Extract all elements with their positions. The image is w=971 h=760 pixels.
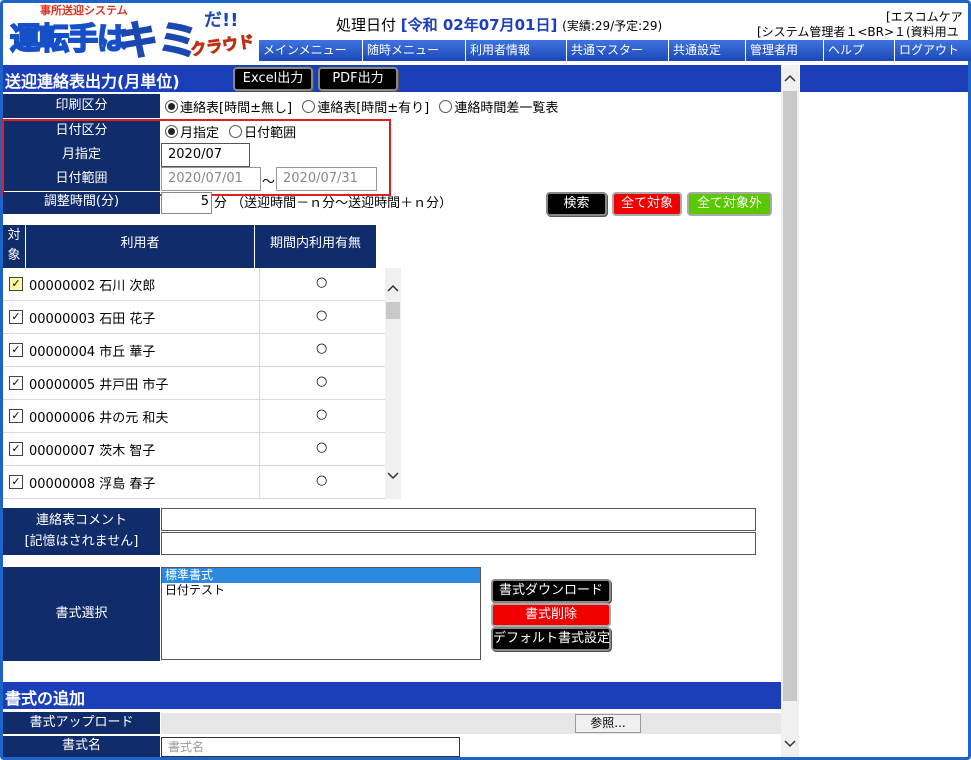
table-row[interactable]: ✓ 00000007 茨木 智子 ○: [3, 433, 401, 466]
format-download-button[interactable]: 書式ダウンロード: [491, 579, 611, 603]
table-scrollbar[interactable]: [385, 268, 401, 499]
adjust-time-note: 分 （送迎時間－ｎ分〜送迎時間＋ｎ分）: [214, 196, 453, 211]
row-usage: ○: [316, 275, 328, 290]
table-scrollbar-thumb[interactable]: [386, 302, 400, 319]
radio-icon[interactable]: [302, 100, 316, 113]
format-listbox[interactable]: 標準書式 日付テスト: [161, 567, 481, 660]
add-format-title: 書式の追加: [5, 689, 86, 708]
format-name-label: 書式名: [3, 736, 160, 757]
table-row[interactable]: ✓ 00000006 井の元 和夫 ○: [3, 400, 401, 433]
scroll-up-icon[interactable]: [385, 280, 401, 296]
row-usage: ○: [316, 407, 328, 422]
menu-common-master[interactable]: 共通マスター: [566, 40, 668, 61]
search-button[interactable]: 検索: [546, 192, 607, 216]
menu-adhoc[interactable]: 随時メニュー: [362, 40, 465, 61]
page-scrollbar[interactable]: [781, 65, 799, 757]
row-usage: ○: [316, 374, 328, 389]
page-title: 送迎連絡表出力(月単位): [5, 72, 180, 91]
add-format-title-bar: [3, 682, 781, 709]
menu-logout[interactable]: ログアウト: [894, 40, 971, 61]
radio-icon[interactable]: [439, 100, 453, 113]
logo-da: だ!!: [204, 10, 239, 31]
print-type-options: 連絡表[時間±無し] 連絡表[時間±有り] 連絡時間差一覧表: [165, 97, 558, 116]
col-target-header: 対象: [3, 225, 25, 268]
col-usage-header: 期間内利用有無: [255, 225, 376, 268]
app-logo[interactable]: 事所送迎システム 運転手は キミ だ!! クラウド: [4, 2, 256, 65]
table-row[interactable]: ✓ 00000003 石田 花子 ○: [3, 301, 401, 334]
row-checkbox[interactable]: ✓: [9, 277, 23, 291]
logo-cloud: クラウド: [189, 31, 256, 60]
processing-date-label: 処理日付: [336, 16, 397, 34]
menu-user-info[interactable]: 利用者情報: [465, 40, 566, 61]
row-checkbox[interactable]: ✓: [9, 442, 23, 456]
menu-admin[interactable]: 管理者用: [745, 40, 823, 61]
row-usage: ○: [316, 308, 328, 323]
comment-label: 連絡表コメント [記憶はされません]: [3, 508, 160, 555]
processing-date: 処理日付 [令和 02年07月01日] (実績:29/予定:29): [336, 14, 662, 35]
row-checkbox[interactable]: ✓: [9, 376, 23, 390]
pdf-export-button[interactable]: PDF出力: [318, 67, 398, 91]
adjust-time-label: 調整時間(分): [3, 192, 160, 214]
row-checkbox[interactable]: ✓: [9, 475, 23, 489]
upload-field[interactable]: [161, 713, 781, 734]
print-option-no-time[interactable]: 連絡表[時間±無し]: [165, 100, 292, 116]
format-option[interactable]: 日付テスト: [162, 583, 480, 598]
row-user: 00000004 市丘 華子: [29, 345, 156, 360]
table-row[interactable]: ✓ 00000005 井戸田 市子 ○: [3, 367, 401, 400]
browse-button[interactable]: 参照...: [575, 714, 641, 733]
scroll-down-icon[interactable]: [781, 735, 799, 753]
highlight-box: [2, 119, 391, 196]
scroll-down-icon[interactable]: [385, 468, 401, 484]
default-format-button[interactable]: デフォルト書式設定: [491, 627, 611, 651]
logo-main: 運転手は: [9, 21, 128, 58]
menu-help[interactable]: ヘルプ: [823, 40, 894, 61]
select-all-button[interactable]: 全て対象: [612, 192, 682, 216]
user-name: [システム管理者１<BR>１(資料用ユ: [757, 25, 959, 39]
menu-main[interactable]: メインメニュー: [258, 40, 362, 61]
processing-date-value: [令和 02年07月01日]: [400, 16, 558, 34]
radio-selected-icon[interactable]: [165, 100, 178, 113]
row-user: 00000003 石田 花子: [29, 312, 156, 327]
excel-export-button[interactable]: Excel出力: [233, 67, 313, 91]
processing-stats: (実績:29/予定:29): [562, 19, 663, 33]
column-divider: [259, 268, 260, 499]
table-row[interactable]: ✓ 00000008 浮島 春子 ○: [3, 466, 401, 499]
logo-kimi: キミ: [117, 17, 199, 65]
comment-input-1[interactable]: [161, 508, 756, 531]
format-delete-button[interactable]: 書式削除: [491, 603, 611, 627]
row-checkbox[interactable]: ✓: [9, 343, 23, 357]
row-user: 00000006 井の元 和夫: [29, 411, 169, 426]
scroll-up-icon[interactable]: [781, 69, 799, 87]
main-menu-bar: メインメニュー 随時メニュー 利用者情報 共通マスター 共通設定 管理者用 ヘル…: [258, 40, 971, 61]
print-option-with-time[interactable]: 連絡表[時間±有り]: [302, 100, 429, 116]
comment-input-2[interactable]: [161, 532, 756, 555]
row-user: 00000002 石川 次郎: [29, 279, 156, 294]
row-usage: ○: [316, 440, 328, 455]
row-checkbox[interactable]: ✓: [9, 310, 23, 324]
row-usage: ○: [316, 473, 328, 488]
row-user: 00000005 井戸田 市子: [29, 378, 169, 393]
adjust-time-input[interactable]: 5: [161, 192, 212, 214]
row-usage: ○: [316, 341, 328, 356]
deselect-all-button[interactable]: 全て対象外: [687, 192, 772, 216]
col-user-header: 利用者: [26, 225, 254, 268]
table-row[interactable]: ✓ 00000002 石川 次郎 ○: [3, 268, 401, 301]
side-panel-header: [800, 65, 968, 92]
print-option-diff-list[interactable]: 連絡時間差一覧表: [439, 100, 558, 116]
format-option-selected[interactable]: 標準書式: [162, 568, 480, 583]
menu-common-settings[interactable]: 共通設定: [668, 40, 745, 61]
row-checkbox[interactable]: ✓: [9, 409, 23, 423]
format-name-input[interactable]: 書式名: [161, 737, 460, 757]
format-select-label: 書式選択: [3, 567, 160, 661]
table-row[interactable]: ✓ 00000004 市丘 華子 ○: [3, 334, 401, 367]
page-scrollbar-thumb[interactable]: [783, 91, 797, 701]
print-type-label: 印刷区分: [3, 94, 160, 118]
upload-label: 書式アップロード: [3, 712, 160, 734]
row-user: 00000007 茨木 智子: [29, 444, 156, 459]
row-user: 00000008 浮島 春子: [29, 477, 156, 492]
